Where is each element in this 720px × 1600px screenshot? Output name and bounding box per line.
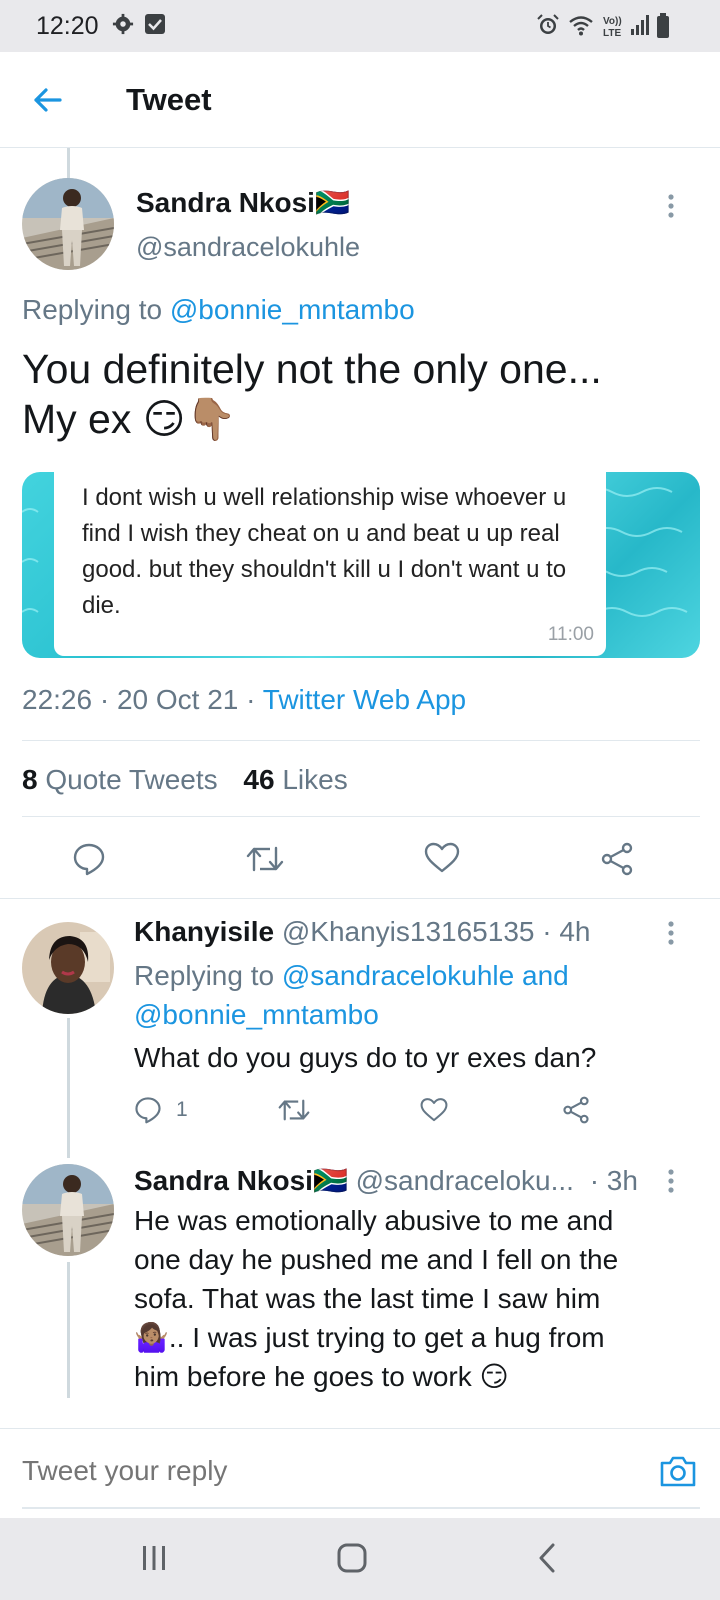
recent-apps-icon[interactable] — [134, 1540, 174, 1576]
reply-text-line: him before he goes to work 😏 — [134, 1361, 509, 1392]
composer-underline — [22, 1507, 700, 1509]
tweet-stats: 8 Quote Tweets 46 Likes — [22, 764, 348, 796]
reply-text-line: He was emotionally abusive to me and — [134, 1205, 614, 1236]
status-time: 12:20 — [36, 12, 99, 40]
tweet-time: 22:26 — [22, 684, 93, 715]
replying-to: Replying to @bonnie_mntambo — [22, 294, 415, 326]
replying-to-link[interactable]: @sandracelokuhle and — [282, 960, 569, 991]
battery-icon — [657, 13, 669, 38]
checkbox-notification-icon — [145, 14, 165, 34]
alarm-icon — [537, 14, 559, 34]
replying-to-link[interactable]: @bonnie_mntambo — [170, 294, 415, 325]
settings-gear-icon — [112, 13, 134, 35]
like-heart-icon[interactable] — [420, 1097, 448, 1123]
reply-icon[interactable] — [134, 1096, 162, 1124]
chat-bubble: I dont wish u well relationship wise who… — [54, 472, 606, 656]
reply-input[interactable] — [22, 1455, 383, 1487]
more-options-icon[interactable] — [667, 193, 675, 219]
tweet-text-line: My ex 😏👇🏽 — [22, 396, 237, 442]
reply-text: What do you guys do to yr exes dan? — [134, 1042, 597, 1073]
quote-count: 8 — [22, 764, 38, 795]
thread-line — [67, 1262, 70, 1398]
author-name[interactable]: Sandra Nkosi🇿🇦 — [136, 186, 350, 219]
tweet-image[interactable]: I dont wish u well relationship wise who… — [22, 472, 700, 658]
quote-label: Quote Tweets — [45, 764, 218, 795]
signal-icon — [631, 15, 649, 35]
tweet-meta: 22:26 · 20 Oct 21 · Twitter Web App — [22, 684, 467, 715]
back-nav-icon[interactable] — [528, 1540, 568, 1576]
likes-stat[interactable]: 46 Likes — [243, 764, 347, 795]
replying-prefix: Replying to — [22, 294, 163, 325]
thread-line — [67, 1018, 70, 1158]
author-name[interactable]: Khanyisile — [134, 916, 274, 947]
author-handle[interactable]: @sandraceloku... — [356, 1165, 574, 1196]
reply-icon[interactable] — [72, 842, 106, 876]
reply-count: 1 — [176, 1098, 188, 1121]
tweet-age: · 3h — [589, 1165, 638, 1196]
reply-text-line: 🤷🏽‍♀️.. I was just trying to get a hug f… — [134, 1322, 605, 1353]
reply-composer — [0, 1428, 720, 1518]
divider — [0, 898, 720, 899]
replying-prefix: Replying to — [134, 960, 275, 991]
avatar[interactable] — [22, 178, 114, 270]
tweet-text: You definitely not the only one... My ex… — [22, 344, 702, 444]
tweet-age: · 4h — [542, 916, 591, 947]
camera-icon[interactable] — [658, 1453, 698, 1489]
tweet-text-line: You definitely not the only one... — [22, 346, 602, 392]
author-handle[interactable]: @sandracelokuhle — [136, 232, 360, 263]
reply-header: Sandra Nkosi🇿🇦 @sandraceloku... · 3h — [134, 1164, 638, 1197]
likes-label: Likes — [282, 764, 348, 795]
chat-bubble-time: 11:00 — [547, 624, 594, 645]
likes-count: 46 — [243, 764, 275, 795]
back-arrow-icon[interactable] — [30, 82, 66, 118]
reply-text-line: sofa. That was the last time I saw him — [134, 1283, 601, 1314]
svg-text:Vo)): Vo)) — [603, 16, 622, 27]
author-handle[interactable]: @Khanyis13165135 — [282, 916, 535, 947]
more-options-icon[interactable] — [667, 920, 675, 946]
app-header: Tweet — [0, 52, 720, 148]
divider — [22, 816, 700, 817]
volte-icon: Vo)) LTE — [603, 16, 622, 39]
page-title: Tweet — [126, 82, 212, 117]
share-icon[interactable] — [600, 842, 634, 876]
svg-text:LTE: LTE — [603, 28, 621, 39]
replying-to: Replying to @sandracelokuhle and @bonnie… — [134, 956, 694, 1034]
quote-tweets-stat[interactable]: 8 Quote Tweets — [22, 764, 218, 795]
status-bar: 12:20 Vo)) LTE — [0, 0, 720, 52]
reply-header: Khanyisile @Khanyis13165135 · 4h — [134, 916, 591, 948]
like-heart-icon[interactable] — [424, 842, 460, 874]
wifi-icon — [569, 16, 593, 36]
more-options-icon[interactable] — [667, 1168, 675, 1194]
avatar[interactable] — [22, 1164, 114, 1256]
retweet-icon[interactable] — [246, 844, 284, 874]
tweet-date: 20 Oct 21 — [116, 684, 239, 715]
avatar[interactable] — [22, 922, 114, 1014]
share-icon[interactable] — [562, 1096, 590, 1124]
reply-text: He was emotionally abusive to me and one… — [134, 1201, 714, 1396]
home-icon[interactable] — [332, 1540, 372, 1576]
retweet-icon[interactable] — [278, 1097, 310, 1123]
reply-text-line: one day he pushed me and I fell on the — [134, 1244, 619, 1275]
author-name[interactable]: Sandra Nkosi🇿🇦 — [134, 1165, 348, 1196]
thread-line — [67, 148, 70, 178]
tweet-source[interactable]: Twitter Web App — [263, 684, 466, 715]
divider — [22, 740, 700, 741]
chat-bubble-text: I dont wish u well relationship wise who… — [82, 484, 567, 619]
system-nav-bar — [0, 1518, 720, 1600]
replying-to-link[interactable]: @bonnie_mntambo — [134, 995, 694, 1034]
